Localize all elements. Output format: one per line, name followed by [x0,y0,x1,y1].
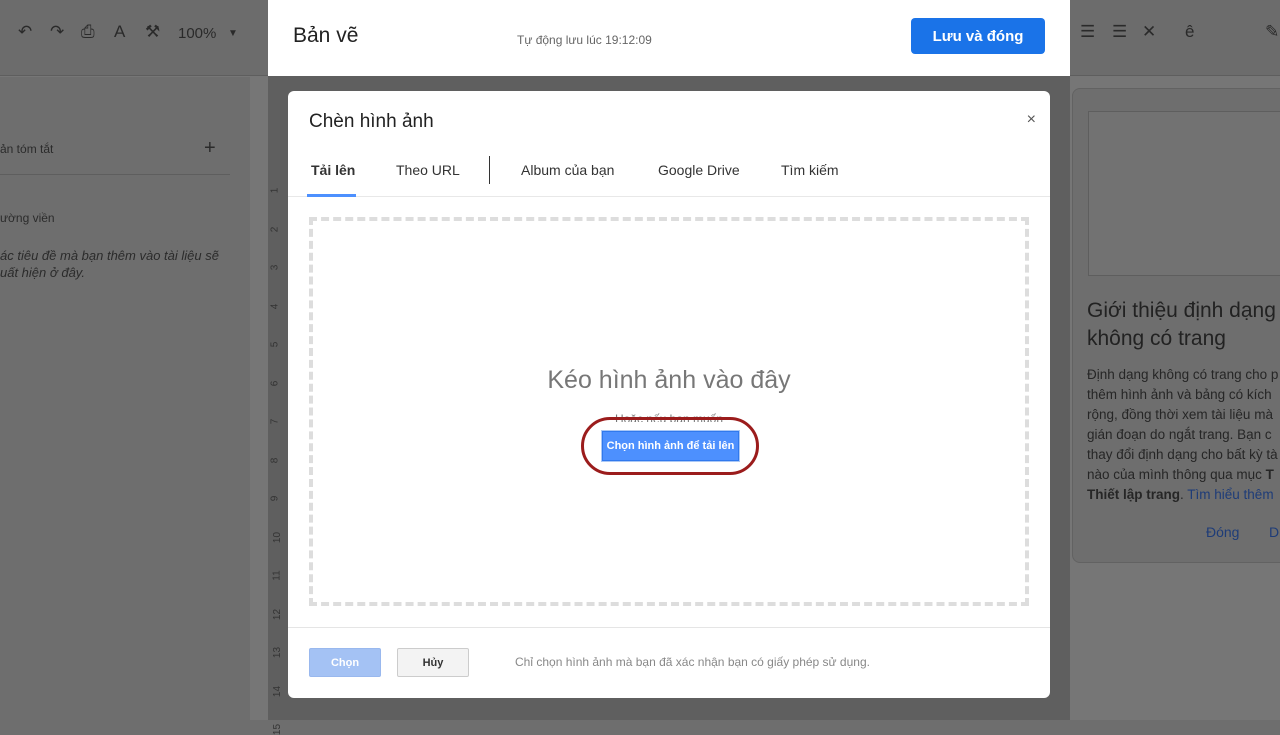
ruler-number: 1 [269,187,281,194]
clear-format-icon[interactable]: ✕ [1142,22,1156,42]
choose-image-upload-button[interactable]: Chọn hình ảnh để tải lên [601,430,740,462]
dialog-title: Chèn hình ảnh [309,111,434,132]
autosave-status: Tự động lưu lúc 19:12:09 [517,33,652,47]
pageless-intro-panel: Giới thiệu định dạng không có trang Định … [1072,88,1280,563]
cancel-button[interactable]: Hủy [397,648,469,677]
input-tools-icon[interactable]: ê [1185,22,1194,42]
pencil-icon[interactable]: ✎ [1265,22,1279,42]
outline-sidebar: ản tóm tắt + ường viền ác tiêu đề mà bạn… [0,77,250,720]
dialog-tabs: Tải lên Theo URL Album của bạn Google Dr… [288,149,1050,197]
ruler-number: 13 [272,646,284,659]
learn-more-link[interactable]: Tìm hiểu thêm [1187,487,1273,502]
outline-label: ường viền [0,211,55,225]
pageless-illustration [1088,111,1280,276]
zoom-select[interactable]: 100% [178,25,216,42]
spellcheck-icon[interactable]: A [114,22,125,42]
license-note: Chỉ chọn hình ảnh mà bạn đã xác nhận bạn… [515,655,870,669]
ruler-number: 5 [269,341,281,348]
ruler-number: 15 [272,723,284,735]
footer-divider [288,627,1050,628]
panel-title: Giới thiệu định dạng không có trang [1087,299,1276,350]
or-text: Hoặc nếu bạn muốn [614,412,724,422]
ruler-number: 6 [269,380,281,386]
paint-format-icon[interactable]: ⚒ [145,22,160,42]
tab-search[interactable]: Tìm kiếm [781,162,839,178]
tab-separator [489,156,490,184]
tab-by-url[interactable]: Theo URL [396,162,460,178]
decrease-indent-icon[interactable]: ☰ [1080,22,1095,42]
drawing-title: Bản vẽ [293,24,359,47]
drawing-header: Bản vẽ Tự động lưu lúc 19:12:09 Lưu và đ… [268,0,1070,76]
ruler-number: 3 [269,264,281,271]
redo-icon[interactable]: ↷ [50,22,64,42]
ruler-number: 8 [269,457,281,463]
print-icon[interactable]: ⎙ [81,22,95,42]
ruler-number: 9 [269,495,281,502]
panel-close-button[interactable]: Đóng [1206,524,1239,540]
increase-indent-icon[interactable]: ☰ [1112,22,1127,42]
outline-hint: ác tiêu đề mà bạn thêm vào tài liệu sẽ [0,248,219,263]
tab-google-drive[interactable]: Google Drive [658,162,740,178]
ruler-number: 11 [271,570,283,581]
image-drop-zone[interactable]: Kéo hình ảnh vào đây Hoặc nếu bạn muốn C… [309,217,1029,606]
tab-upload[interactable]: Tải lên [311,162,355,178]
tab-albums[interactable]: Album của bạn [521,162,614,178]
vertical-ruler: 1 2 3 4 5 6 7 8 9 10 11 12 13 14 15 [268,95,286,735]
divider [0,174,230,175]
select-button[interactable]: Chọn [309,648,381,677]
summary-label: ản tóm tắt [0,142,54,156]
panel-other-button[interactable]: D [1269,524,1279,540]
chevron-down-icon[interactable]: ▼ [228,28,238,39]
insert-image-dialog: Chèn hình ảnh × Tải lên Theo URL Album c… [288,91,1050,698]
outline-hint: uất hiện ở đây. [0,265,85,280]
close-icon[interactable]: × [1027,111,1036,129]
drop-title: Kéo hình ảnh vào đây [547,366,791,394]
active-tab-indicator [307,194,356,197]
panel-text: Định dạng không có trang cho p thêm hình … [1087,367,1279,502]
add-summary-icon[interactable]: + [204,137,216,160]
ruler-number: 14 [272,685,284,697]
save-and-close-button[interactable]: Lưu và đóng [911,18,1045,54]
ruler-number: 2 [269,226,281,232]
ruler-number: 4 [269,303,281,309]
undo-icon[interactable]: ↶ [18,22,32,42]
ruler-number: 7 [269,418,281,425]
ruler-number: 10 [272,531,284,543]
ruler-number: 12 [272,608,284,620]
